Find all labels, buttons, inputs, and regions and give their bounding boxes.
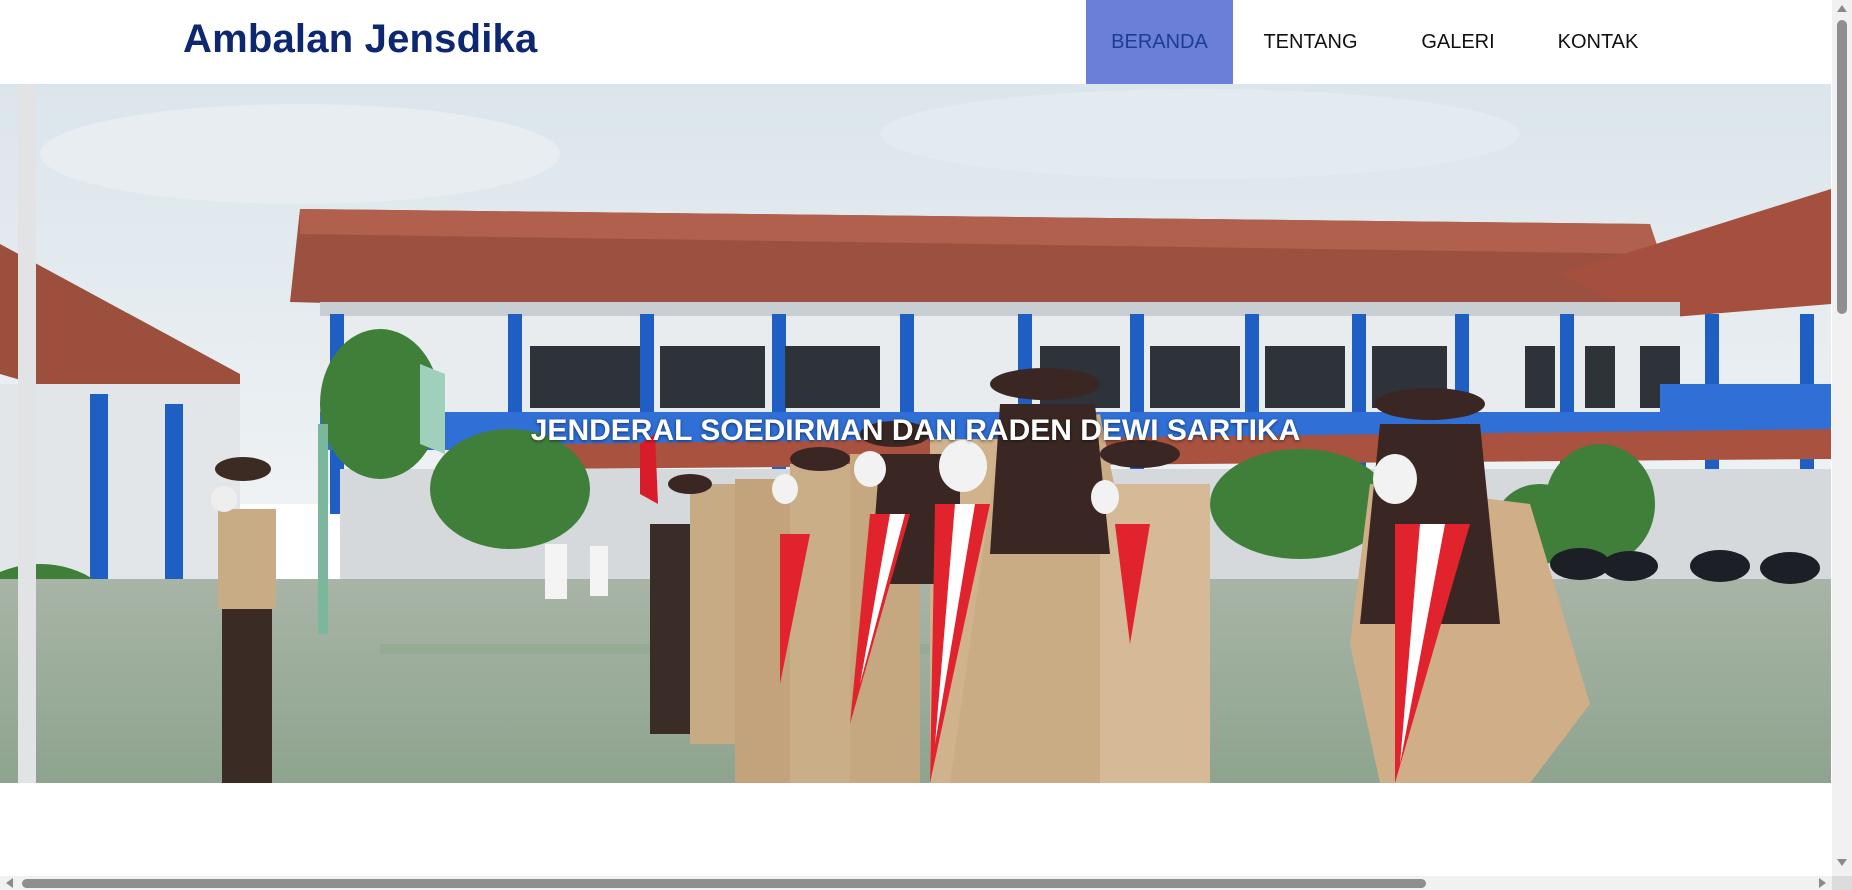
site-header: Ambalan Jensdika BERANDA TENTANG GALERI … [0,0,1832,84]
horizontal-scrollbar[interactable] [0,876,1832,890]
site-brand[interactable]: Ambalan Jensdika [183,17,537,62]
horizontal-scroll-thumb[interactable] [22,879,1426,888]
nav-galeri[interactable]: GALERI [1388,0,1528,84]
scroll-right-arrow-icon[interactable] [1819,878,1826,888]
vertical-scroll-thumb[interactable] [1837,20,1847,314]
nav-beranda[interactable]: BERANDA [1086,0,1233,84]
scroll-down-arrow-icon[interactable] [1837,859,1847,866]
scrollbar-corner [1832,876,1852,890]
main-nav: BERANDA TENTANG GALERI KONTAK [1086,0,1668,84]
nav-tentang[interactable]: TENTANG [1233,0,1388,84]
vertical-scrollbar[interactable] [1832,0,1852,876]
scroll-up-arrow-icon[interactable] [1837,5,1847,12]
nav-kontak[interactable]: KONTAK [1528,0,1668,84]
scroll-left-arrow-icon[interactable] [6,878,13,888]
hero-banner: JENDERAL SOEDIRMAN DAN RADEN DEWI SARTIK… [0,84,1831,783]
hero-caption: JENDERAL SOEDIRMAN DAN RADEN DEWI SARTIK… [530,414,1301,447]
